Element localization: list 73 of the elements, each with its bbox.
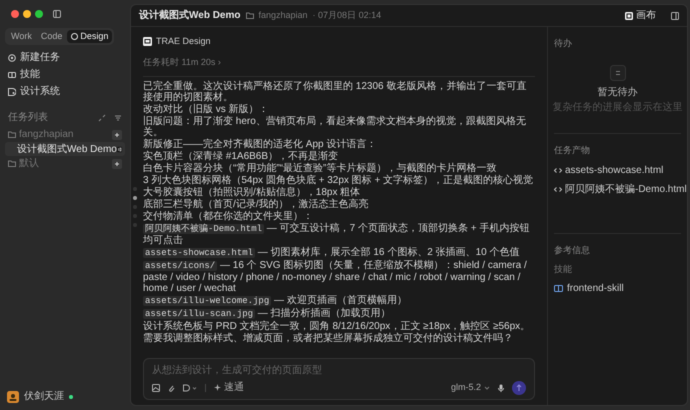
collapse-icon[interactable] [98,114,106,122]
attachment-icon[interactable] [168,384,175,392]
new-task-icon [8,54,16,62]
folder-name[interactable]: fangzhapian [258,8,308,22]
user-name: 伏剑天涯 [24,390,64,404]
avatar-icon[interactable] [7,390,19,402]
message-paragraph: 已完全重做。这次设计稿严格还原了你截图里的 12306 敬老版风格，并输出了一套可直接使用的切图素材。 [143,80,528,102]
caret-icon [484,386,490,390]
message-paragraph: 设计系统色板与 PRD 文档完全一致，圆角 8/12/16/20px，正文 ≥18px，触控区 ≥56px。 [143,320,532,332]
code-file-icon [554,186,562,193]
outputs-title: 任务产物 [554,144,591,156]
folder-icon [8,131,16,138]
file-description: assets/illu-welcome.jpg — 欢迎页插画（首页横幅用） [143,294,408,306]
message-paragraph: 新版修正——完全对齐截图的适老化 App 设计语言： [143,138,378,150]
task-duration-link[interactable]: 任务耗时 11m 20s › [143,56,221,68]
minimize-window-button[interactable] [23,10,31,18]
file-description: assets/icons/ — 16 个 SVG 图标切图（矢量，任意缩放不模糊）：shield / camera / paste / video / history / phone / no-money / share / chat / mic / robot / warning / scan / home / user / wechat [143,260,528,294]
file-description: assets-showcase.html — 切图素材库，展示全部 16 个图标、2 张插画、10 个色值 [143,246,521,258]
zoom-window-button[interactable] [35,10,43,18]
book-icon [8,70,16,78]
skills-label: 技能 [554,262,573,276]
app-logo-icon [143,37,152,46]
output-file-link[interactable]: 阿贝阿姨不被骗-Demo.html [554,182,687,197]
add-button[interactable] [112,130,122,140]
nav-item[interactable]: 技能 [5,66,125,83]
canvas-button[interactable]: 画布 [625,8,656,23]
folder-icon [8,160,16,167]
message-paragraph: 需要我调整图标样式、增减页面，或者把某些屏幕拆成独立可交付的设计稿文件吗？ [143,332,513,344]
empty-state-hint: 复杂任务的进展会显示在这里 [552,100,682,114]
mode-tab[interactable]: Design [67,30,112,43]
code-file-icon [554,167,562,174]
design-dropdown-icon[interactable] [183,384,197,392]
message-paragraph: 旧版问题：用了渐变 hero、营销页布局，看起来像需求文档本身的视觉，跟截图风格无关。 [143,116,527,138]
file-description: assets/illu-scan.jpg — 扫描分析插画（加载页用） [143,308,392,320]
sidebar-toggle-icon[interactable] [53,10,61,18]
split-view-icon[interactable] [116,144,122,154]
todo-title: 待办 [554,37,573,50]
reference-title: 参考信息 [554,244,591,257]
sender-name: TRAE Design [156,35,211,48]
sparkle-icon [214,384,221,391]
task-title: 设计截图式Web Demo [139,8,240,23]
message-paragraph: 交付物清单（都在你选的文件夹里）： [143,210,314,222]
message-paragraph: 底部三栏导航（首页/记录/我的），激活态主色高亮 [143,198,370,210]
mode-button[interactable]: 速通 [214,380,244,395]
empty-todo-icon [610,64,626,80]
task-item[interactable]: 设计截图式Web Demo [5,142,125,156]
prompt-input[interactable]: 从想法到设计，生成可交付的页面原型 速通 glm-5.2 [143,358,535,400]
mode-tab[interactable]: Work [7,30,36,43]
add-button[interactable] [112,158,122,168]
folder-icon [246,12,254,19]
empty-state-title: 暂无待办 [598,86,638,100]
nav-item[interactable]: 新建任务 [5,49,125,66]
skill-link[interactable]: frontend-skill [554,281,681,296]
filter-icon[interactable] [114,114,122,122]
nav-item[interactable]: 设计系统 [5,83,125,100]
send-button[interactable] [512,380,526,394]
section-title: 任务列表 [8,110,48,125]
task-date: · 07月08日 02:14 [312,8,382,22]
mode-tab[interactable]: Code [36,30,66,43]
message-paragraph: 白色卡片容器分块（“常用功能”“最近查验”等卡片标题），与截图的卡片网格一致 [143,162,498,174]
message-paragraph: 大号胶囊按钮（拍照识别/粘贴信息），18px 粗体 [143,186,362,198]
image-icon[interactable] [152,384,160,392]
message-paragraph: 改动对比（旧版 vs 新版）： [143,104,270,114]
model-selector[interactable]: glm-5.2 [450,380,490,394]
message-paragraph: 3 列大色块图标网格（54px 圆角色块底 + 32px 图标 + 文字标签），正是截图的核心视觉 [143,174,534,186]
panel-toggle-icon[interactable] [671,12,679,20]
close-window-button[interactable] [11,10,19,18]
output-file-link[interactable]: assets-showcase.html [554,163,664,178]
message-paragraph: 实色顶栏（深青绿 #1A6B6B），不再是渐变 [143,150,340,162]
file-description: 阿贝阿姨不被骗-Demo.html — 可交互设计稿，7 个页面状态，顶部切换条 + 手机内按钮均可点击 [143,222,530,246]
microphone-icon[interactable] [498,384,504,392]
frame-icon [625,12,633,20]
book-icon [554,285,563,292]
